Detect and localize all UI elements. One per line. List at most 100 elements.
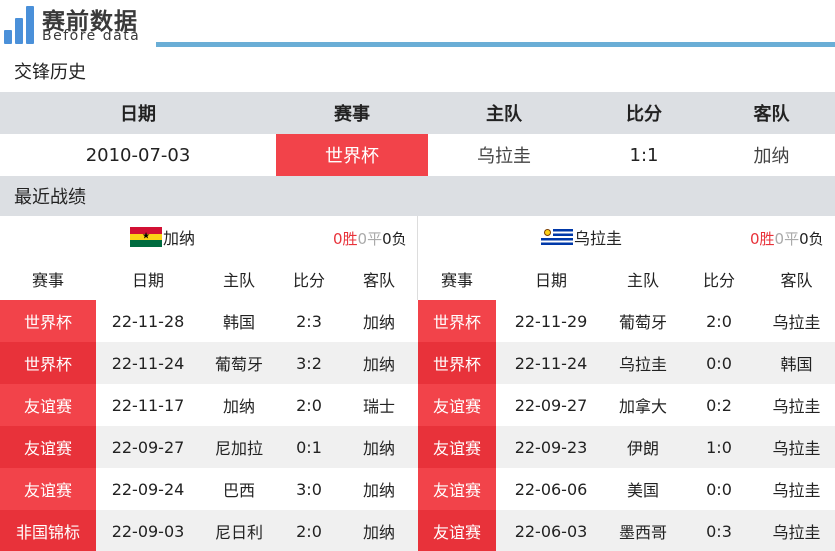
left-draw-count: 0平 <box>357 230 383 248</box>
competition-badge: 友谊赛 <box>418 426 496 468</box>
right-col-date: 日期 <box>534 271 567 290</box>
match-score: 2:0 <box>706 311 732 331</box>
page-header: 赛前数据 Before data <box>0 0 835 50</box>
away-team: 乌拉圭 <box>772 439 821 458</box>
left-match-row[interactable]: 世界杯 22-11-24 葡萄牙 3:2 加纳 <box>0 342 418 384</box>
match-score: 3:0 <box>296 479 322 499</box>
match-score: 3:2 <box>296 353 322 373</box>
away-team: 加纳 <box>362 481 395 500</box>
right-match-row[interactable]: 世界杯 22-11-24 乌拉圭 0:0 韩国 <box>418 342 835 384</box>
left-loss-count: 0负 <box>382 230 407 248</box>
home-team: 葡萄牙 <box>214 355 263 374</box>
left-match-row[interactable]: 友谊赛 22-09-27 尼加拉 0:1 加纳 <box>0 426 418 468</box>
right-team-record: 0胜0平0负 <box>750 228 824 249</box>
right-loss-count: 0负 <box>799 230 824 248</box>
left-col-score: 比分 <box>292 271 325 290</box>
away-team: 乌拉圭 <box>772 397 821 416</box>
left-match-list: 世界杯 22-11-28 韩国 2:3 加纳 世界杯 22-11-24 葡萄牙 … <box>0 300 418 551</box>
home-team: 美国 <box>626 481 659 500</box>
right-column-headers: 赛事 日期 主队 比分 客队 <box>418 258 835 300</box>
match-date: 22-09-27 <box>111 437 185 457</box>
h2h-competition-badge: 世界杯 <box>276 134 428 176</box>
competition-badge: 世界杯 <box>0 300 96 342</box>
match-date: 22-06-03 <box>514 521 588 541</box>
h2h-row[interactable]: 2010-07-03 世界杯 乌拉圭 1:1 加纳 <box>0 134 835 176</box>
home-team: 韩国 <box>222 313 255 332</box>
right-col-home: 主队 <box>626 271 659 290</box>
left-col-away: 客队 <box>362 271 395 290</box>
left-col-date: 日期 <box>131 271 164 290</box>
right-draw-count: 0平 <box>774 230 800 248</box>
competition-badge: 友谊赛 <box>418 510 496 551</box>
match-date: 22-09-24 <box>111 479 185 499</box>
left-match-row[interactable]: 友谊赛 22-11-17 加纳 2:0 瑞士 <box>0 384 418 426</box>
competition-badge: 友谊赛 <box>0 426 96 468</box>
match-score: 0:3 <box>706 521 732 541</box>
left-team-name: 加纳 <box>163 229 196 248</box>
left-column-headers: 赛事 日期 主队 比分 客队 <box>0 258 418 300</box>
match-score: 2:0 <box>296 395 322 415</box>
away-team: 加纳 <box>362 523 395 542</box>
ghana-flag-icon: ★ <box>130 227 162 247</box>
home-team: 加拿大 <box>618 397 667 416</box>
away-team: 乌拉圭 <box>772 523 821 542</box>
match-score: 2:3 <box>296 311 322 331</box>
h2h-col-competition: 赛事 <box>334 104 370 125</box>
right-match-row[interactable]: 友谊赛 22-06-03 墨西哥 0:3 乌拉圭 <box>418 510 835 551</box>
right-match-row[interactable]: 友谊赛 22-09-23 伊朗 1:0 乌拉圭 <box>418 426 835 468</box>
logo-subtitle: Before data <box>42 28 141 44</box>
left-win-count: 0胜 <box>333 230 358 248</box>
match-date: 22-11-24 <box>111 353 185 373</box>
left-team-record: 0胜0平0负 <box>333 228 407 249</box>
left-team-header: ★ 加纳 <box>130 216 195 258</box>
match-date: 22-11-17 <box>111 395 185 415</box>
competition-badge: 友谊赛 <box>0 384 96 426</box>
match-date: 22-11-28 <box>111 311 185 331</box>
match-score: 2:0 <box>296 521 322 541</box>
competition-badge: 友谊赛 <box>418 468 496 510</box>
away-team: 加纳 <box>362 439 395 458</box>
left-match-row[interactable]: 世界杯 22-11-28 韩国 2:3 加纳 <box>0 300 418 342</box>
h2h-col-score: 比分 <box>626 104 662 125</box>
left-match-row[interactable]: 非国锦标 22-09-03 尼日利 2:0 加纳 <box>0 510 418 551</box>
home-team: 葡萄牙 <box>618 313 667 332</box>
match-date: 22-06-06 <box>514 479 588 499</box>
left-col-home: 主队 <box>222 271 255 290</box>
h2h-home-team: 乌拉圭 <box>477 146 531 167</box>
right-match-row[interactable]: 友谊赛 22-09-27 加拿大 0:2 乌拉圭 <box>418 384 835 426</box>
section-title-recent: 最近战绩 <box>0 176 835 216</box>
match-date: 22-09-27 <box>514 395 588 415</box>
h2h-header-row: 日期 赛事 主队 比分 客队 <box>0 92 835 134</box>
section-title-h2h: 交锋历史 <box>0 50 835 92</box>
match-date: 22-11-24 <box>514 353 588 373</box>
match-score: 0:0 <box>706 479 732 499</box>
match-date: 22-09-23 <box>514 437 588 457</box>
home-team: 伊朗 <box>626 439 659 458</box>
right-win-count: 0胜 <box>750 230 775 248</box>
match-score: 1:0 <box>706 437 732 457</box>
right-match-row[interactable]: 世界杯 22-11-29 葡萄牙 2:0 乌拉圭 <box>418 300 835 342</box>
left-match-row[interactable]: 友谊赛 22-09-24 巴西 3:0 加纳 <box>0 468 418 510</box>
competition-badge: 世界杯 <box>0 342 96 384</box>
right-team-header: 乌拉圭 <box>541 216 622 258</box>
right-col-away: 客队 <box>780 271 813 290</box>
h2h-score: 1:1 <box>629 144 659 166</box>
match-date: 22-11-29 <box>514 311 588 331</box>
match-score: 0:2 <box>706 395 732 415</box>
competition-badge: 友谊赛 <box>418 384 496 426</box>
left-col-competition: 赛事 <box>31 271 64 290</box>
competition-badge: 非国锦标 <box>0 510 96 551</box>
away-team: 乌拉圭 <box>772 481 821 500</box>
header-divider <box>156 42 835 47</box>
uruguay-flag-icon <box>541 227 573 247</box>
h2h-col-date: 日期 <box>120 104 156 125</box>
h2h-col-away: 客队 <box>753 104 790 125</box>
competition-badge: 友谊赛 <box>0 468 96 510</box>
right-match-row[interactable]: 友谊赛 22-06-06 美国 0:0 乌拉圭 <box>418 468 835 510</box>
match-score: 0:1 <box>296 437 322 457</box>
h2h-away-team: 加纳 <box>753 146 790 167</box>
right-team-name: 乌拉圭 <box>574 229 623 248</box>
bar-chart-logo-icon <box>4 4 38 44</box>
home-team: 尼日利 <box>214 523 263 542</box>
home-team: 加纳 <box>222 397 255 416</box>
